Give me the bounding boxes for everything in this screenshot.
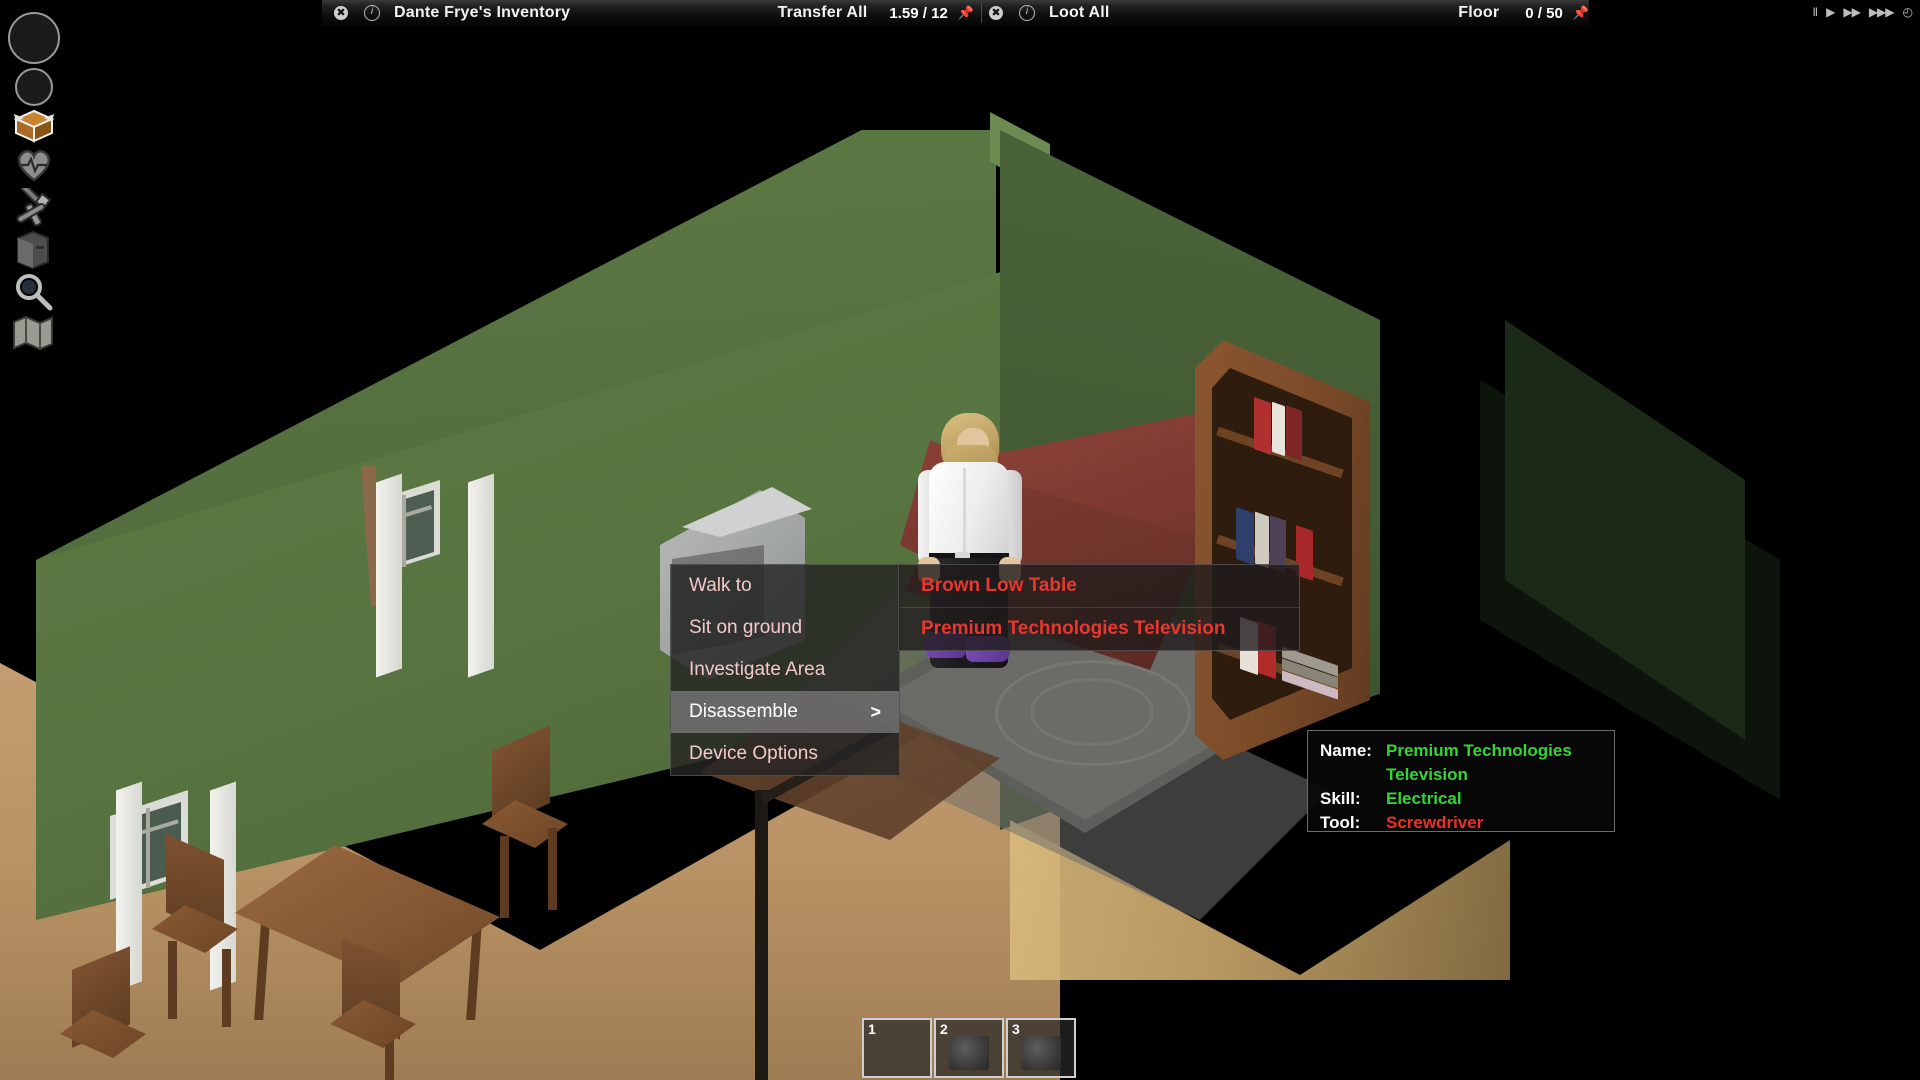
hotbar-slot-number: 2 (940, 1021, 948, 1037)
tooltip-skill-label: Skill: (1320, 789, 1361, 808)
book-item (1255, 511, 1269, 569)
tooltip-skill-row: Skill: Electrical (1320, 787, 1602, 811)
submenu-item-premium-technologies-television[interactable]: Premium Technologies Television (899, 607, 1299, 650)
inventory-capacity: 1.59 / 12 (889, 4, 948, 22)
hotbar-slot-3[interactable]: 3 (1006, 1018, 1076, 1078)
book-item (1272, 401, 1285, 457)
context-menu[interactable]: Walk to Sit on ground Investigate Area D… (670, 564, 900, 776)
close-icon[interactable]: ✖ (334, 6, 348, 20)
character-shirt-seam (963, 468, 966, 563)
info-icon[interactable]: i (1019, 5, 1035, 21)
book-item (1286, 405, 1302, 461)
book-item (1236, 506, 1254, 566)
hotbar-item-icon (1021, 1036, 1061, 1070)
close-icon[interactable]: ✖ (989, 6, 1003, 20)
hotbar-item-icon (949, 1036, 989, 1070)
context-menu-item-walk-to[interactable]: Walk to (671, 565, 899, 607)
crate-icon (17, 230, 49, 270)
tooltip-name-label: Name: (1320, 741, 1372, 760)
hotbar[interactable]: 1 2 3 (862, 1018, 1076, 1078)
submenu-item-label: Brown Low Table (921, 575, 1077, 596)
health-button[interactable] (14, 146, 54, 187)
play-button[interactable]: ▶ (1826, 5, 1835, 19)
context-menu-item-disassemble[interactable]: Disassemble > (671, 691, 899, 733)
map-icon (13, 315, 53, 351)
tooltip-tool-row: Tool: Screwdriver (1320, 811, 1602, 835)
disassemble-tooltip: Name: Premium Technologies Television Sk… (1307, 730, 1615, 832)
magnifier-icon (16, 274, 53, 311)
crafting-button[interactable] (12, 182, 56, 233)
pause-button[interactable]: II (1812, 5, 1818, 19)
heart-icon (17, 150, 51, 182)
moodles-button[interactable] (15, 68, 53, 106)
pin-icon[interactable]: 📌 (958, 5, 974, 21)
inventory-panel-header[interactable]: ✖ i Dante Frye's Inventory Transfer All … (322, 0, 974, 26)
context-menu-item-label: Disassemble (689, 701, 798, 722)
tooltip-tool-value: Screwdriver (1386, 813, 1484, 832)
rug-pattern-circle-inner (1030, 678, 1154, 746)
hotbar-slot-number: 3 (1012, 1021, 1020, 1037)
fastest-forward-button[interactable]: ▶▶▶ (1869, 5, 1895, 19)
tooltip-name-value: Premium Technologies (1386, 741, 1572, 760)
hotbar-slot-number: 1 (868, 1021, 876, 1037)
clock-icon[interactable]: ◴ (1903, 5, 1914, 19)
curtain-left-upper (376, 473, 402, 678)
chevron-right-icon: > (870, 701, 881, 722)
tooltip-name-row: Name: Premium Technologies (1320, 739, 1602, 763)
context-menu-item-label: Device Options (689, 743, 818, 764)
context-menu-item-sit-on-ground[interactable]: Sit on ground (671, 607, 899, 649)
container-button[interactable] (16, 230, 50, 275)
info-icon[interactable]: i (364, 5, 380, 21)
submenu-item-label: Premium Technologies Television (921, 618, 1226, 639)
tooltip-name-value-line2: Television (1386, 765, 1468, 784)
tooltip-tool-label: Tool: (1320, 813, 1361, 832)
search-button[interactable] (12, 272, 54, 317)
fast-forward-button[interactable]: ▶▶ (1843, 5, 1860, 19)
curtain-right-upper (468, 473, 494, 678)
tooltip-skill-value: Electrical (1386, 789, 1462, 808)
inventory-button[interactable] (12, 105, 56, 150)
hotbar-slot-2[interactable]: 2 (934, 1018, 1004, 1078)
submenu-item-brown-low-table[interactable]: Brown Low Table (899, 565, 1299, 607)
context-menu-item-label: Walk to (689, 575, 752, 596)
inventory-title: Dante Frye's Inventory (394, 4, 571, 21)
left-icon-bar[interactable] (0, 0, 66, 360)
titlebar-divider (981, 3, 982, 23)
context-menu-item-label: Investigate Area (689, 659, 826, 680)
disassemble-submenu[interactable]: Brown Low Table Premium Technologies Tel… (898, 564, 1300, 651)
hammer-wrench-icon (16, 182, 52, 227)
loot-capacity: 0 / 50 (1525, 4, 1563, 22)
hotbar-slot-1[interactable]: 1 (862, 1018, 932, 1078)
pin-icon[interactable]: 📌 (1573, 5, 1589, 21)
map-button[interactable] (12, 314, 54, 357)
context-menu-item-investigate-area[interactable]: Investigate Area (671, 649, 899, 691)
book-item (1254, 397, 1271, 455)
door-frame (755, 790, 768, 1080)
open-box-icon (13, 109, 55, 143)
game-speed-controls[interactable]: II ▶ ▶▶ ▶▶▶ ◴ (1812, 5, 1914, 19)
character-portrait-button[interactable] (8, 12, 60, 64)
loot-all-button[interactable]: Loot All (1049, 4, 1110, 22)
loot-window-titlebar[interactable]: ✖ i Dante Frye's Inventory Transfer All … (322, 0, 1589, 27)
transfer-all-button[interactable]: Transfer All (778, 4, 868, 22)
context-menu-item-device-options[interactable]: Device Options (671, 733, 899, 775)
loot-panel-header[interactable]: ✖ i Loot All Floor 0 / 50 📌 (989, 0, 1589, 26)
game-viewport[interactable] (0, 0, 1920, 1080)
context-menu-item-label: Sit on ground (689, 617, 803, 638)
container-name: Floor (1458, 4, 1500, 21)
